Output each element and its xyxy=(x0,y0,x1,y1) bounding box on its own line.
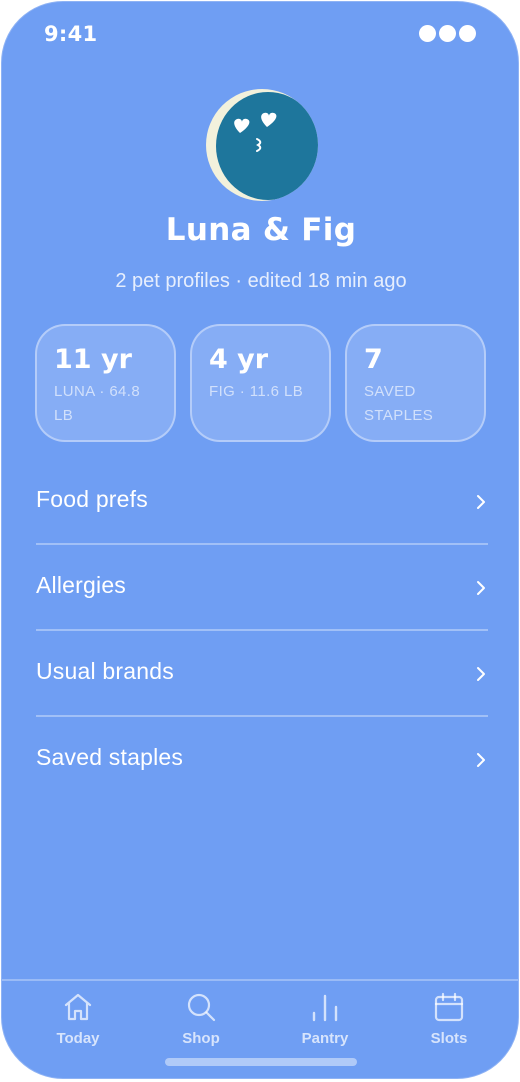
profile-name: Luna & Fig xyxy=(165,212,357,248)
bar-chart-icon xyxy=(312,994,338,1022)
chevron-right-icon xyxy=(477,495,485,509)
status-dot xyxy=(419,25,436,42)
tab-label: Shop xyxy=(182,1030,220,1047)
menu-item-label: Food prefs xyxy=(36,486,148,512)
tab-shop[interactable]: Shop xyxy=(151,991,251,1047)
chevron-right-icon xyxy=(477,667,485,681)
status-dot xyxy=(439,25,456,42)
pet-hearts-avatar-icon[interactable] xyxy=(206,89,318,201)
phone-screen: 9:41 Luna & Fig 2 pet profiles · edited … xyxy=(1,1,519,1079)
menu-item-food-prefs[interactable]: Food prefs xyxy=(36,459,488,545)
menu-item-usual-brands[interactable]: Usual brands xyxy=(36,631,488,717)
menu-item-saved-staples[interactable]: Saved staples xyxy=(36,717,488,803)
tab-slots[interactable]: Slots xyxy=(399,991,499,1047)
stat-card-luna[interactable]: 11 yr LUNA · 64.8 LB xyxy=(35,324,176,442)
tab-today[interactable]: Today xyxy=(28,991,128,1047)
menu-item-label: Saved staples xyxy=(36,744,184,770)
chevron-right-icon xyxy=(477,581,485,595)
stat-label: FIG · 11.6 LB xyxy=(209,383,304,400)
tab-label: Pantry xyxy=(301,1030,349,1047)
status-dots-icon xyxy=(419,25,476,42)
calendar-icon xyxy=(434,992,464,1022)
stats-row: 11 yr LUNA · 64.8 LB 4 yr FIG · 11.6 LB … xyxy=(35,324,486,442)
tab-label: Today xyxy=(56,1030,100,1047)
stat-card-fig[interactable]: 4 yr FIG · 11.6 LB xyxy=(190,324,331,442)
menu-item-allergies[interactable]: Allergies xyxy=(36,545,488,631)
tab-pantry[interactable]: Pantry xyxy=(275,991,375,1047)
stat-value: 11 yr xyxy=(54,344,132,375)
home-indicator[interactable] xyxy=(165,1058,357,1066)
tab-label: Slots xyxy=(430,1030,468,1047)
search-icon xyxy=(187,993,216,1022)
home-icon xyxy=(64,993,92,1021)
status-dot xyxy=(459,25,476,42)
stat-label: SAVED STAPLES xyxy=(364,383,434,424)
stat-value: 4 yr xyxy=(209,344,269,375)
stat-card-saved-staples[interactable]: 7 SAVED STAPLES xyxy=(345,324,486,442)
menu-item-label: Usual brands xyxy=(36,658,174,684)
menu-item-label: Allergies xyxy=(36,572,127,598)
profile-subtitle: 2 pet profiles · edited 18 min ago xyxy=(115,270,407,292)
stat-value: 7 xyxy=(364,344,383,375)
stat-label: LUNA · 64.8 LB xyxy=(54,383,141,424)
chevron-right-icon xyxy=(477,753,485,767)
settings-menu: Food prefs Allergies Usual brands Saved … xyxy=(36,459,488,803)
hearts-kiss-icon xyxy=(234,112,277,152)
status-time: 9:41 xyxy=(44,22,98,46)
